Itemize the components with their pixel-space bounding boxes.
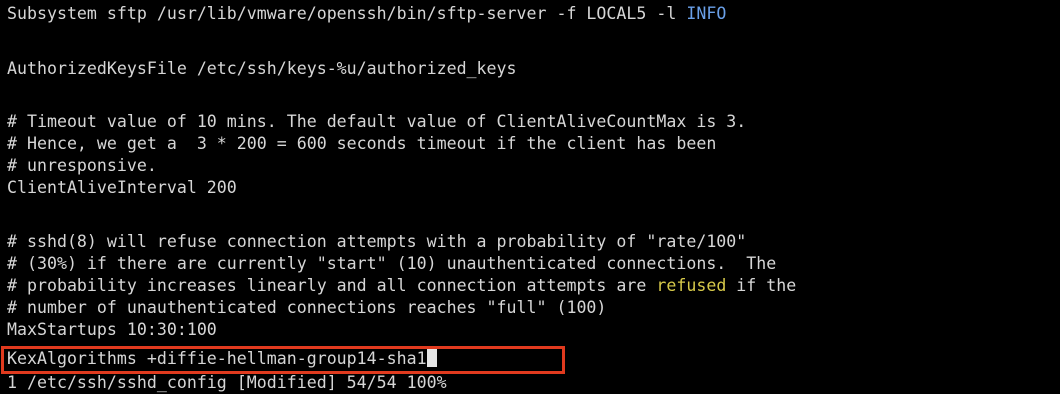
line-comment-timeout: # Timeout value of 10 mins. The default …	[7, 112, 747, 131]
info-keyword: INFO	[686, 4, 727, 23]
line-authorized-keys: AuthorizedKeysFile /etc/ssh/keys-%u/auth…	[7, 59, 517, 78]
line-client-alive-interval: ClientAliveInterval 200	[7, 178, 237, 197]
line-comment-number: # number of unauthenticated connections …	[7, 298, 607, 317]
line-subsystem: Subsystem sftp /usr/lib/vmware/openssh/b…	[7, 3, 726, 25]
line-comment-percent: # (30%) if there are currently "start" (…	[7, 254, 777, 273]
highlight-box	[1, 346, 565, 374]
status-line: 1 /etc/ssh/sshd_config [Modified] 54/54 …	[7, 373, 447, 392]
subsystem-text: Subsystem sftp /usr/lib/vmware/openssh/b…	[7, 4, 687, 23]
line-comment-unresponsive: # unresponsive.	[7, 156, 157, 175]
line-max-startups: MaxStartups 10:30:100	[7, 320, 217, 339]
refused-keyword: refused	[656, 276, 727, 295]
probability-text-post: if the	[726, 276, 797, 295]
probability-text-pre: # probability increases linearly and all…	[7, 276, 657, 295]
terminal-window[interactable]: Subsystem sftp /usr/lib/vmware/openssh/b…	[0, 0, 1060, 394]
line-comment-hence: # Hence, we get a 3 * 200 = 600 seconds …	[7, 134, 717, 153]
line-comment-sshd: # sshd(8) will refuse connection attempt…	[7, 232, 747, 251]
line-comment-probability: # probability increases linearly and all…	[7, 275, 796, 297]
